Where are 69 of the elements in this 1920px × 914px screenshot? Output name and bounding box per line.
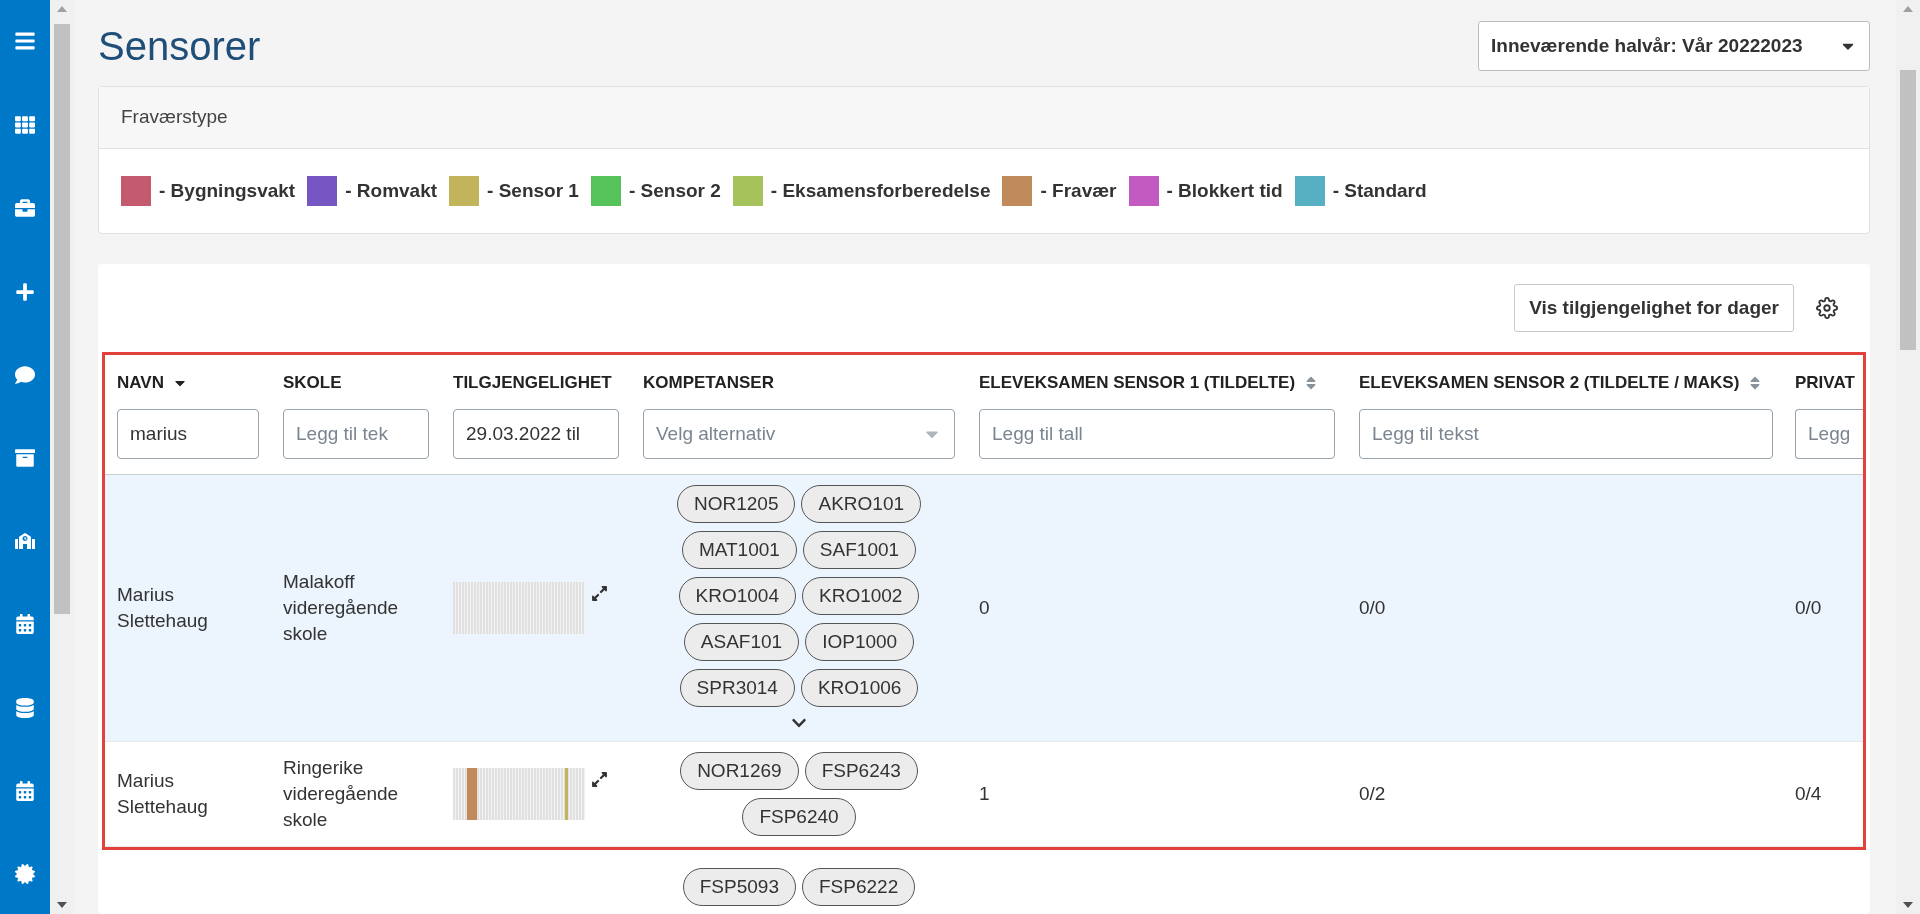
column-header[interactable]: KOMPETANSER [643,369,774,396]
period-dropdown[interactable]: Inneværende halvår: Vår 20222023 [1478,21,1870,71]
competence-tag: ASAF101 [683,623,800,661]
column-header[interactable]: SKOLE [283,369,342,396]
table-cell-text: 0/4 [1795,781,1822,806]
table-cell-text: Malakoff videregående skole [283,570,400,646]
column-header[interactable]: PRIVAT [1795,369,1855,396]
filter-field[interactable]: Legg [1795,409,1863,460]
settings-icon[interactable] [1816,297,1838,319]
legend-label: - Fravær [1040,178,1117,203]
legend-label: - Blokkert tid [1166,178,1283,203]
calendar-icon[interactable] [15,780,35,801]
competence-tag: KRO1002 [802,577,920,615]
competence-tag: SAF1001 [802,531,917,569]
select-field[interactable]: Velg alternativ [643,409,955,460]
plus-icon[interactable] [15,281,35,302]
competence-tag: AKRO101 [801,485,921,523]
legend-label: - Sensor 2 [628,178,721,203]
archive-box-icon[interactable] [15,447,35,468]
legend-label: - Standard [1332,178,1427,203]
scrollbar[interactable] [1896,0,1920,914]
filter-field[interactable]: 29.03.2022 til [453,409,619,460]
availability-days-button[interactable]: Vis tilgjengelighet for dager [1514,284,1794,332]
database-icon[interactable] [15,697,35,718]
expand-icon[interactable] [591,770,608,788]
column-header[interactable]: NAVN [117,369,164,396]
page-title: Sensorer [98,23,261,70]
table-cell-text: 0/0 [1359,595,1386,620]
competence-tag: SPR3014 [679,669,795,707]
table-cell-text: 0 [979,595,990,620]
competence-tag: NOR1205 [676,485,796,523]
grid-icon[interactable] [15,115,35,136]
competence-tag: MAT1001 [681,531,797,569]
column-header[interactable]: ELEVEKSAMEN SENSOR 1 (TILDELTE) [979,369,1296,396]
competence-tag: FSP6222 [802,868,916,906]
calendar-icon[interactable] [15,614,35,635]
table-cell-text: 1 [979,781,990,806]
filter-field[interactable]: marius [117,409,259,460]
scrollbar[interactable] [50,0,74,914]
legend-label: - Sensor 1 [487,178,579,203]
table-cell-text: Marius Slettehaug [117,583,209,633]
table-cell-text: Marius Slettehaug [117,769,209,819]
speech-bubble-icon[interactable] [15,364,35,385]
table-cell-text: 0/0 [1795,595,1822,620]
competence-tag: FSP6243 [804,752,918,790]
column-header[interactable]: ELEVEKSAMEN SENSOR 2 (TILDELTE / MAKS) [1359,369,1740,396]
competence-tag: IOP1000 [805,623,915,661]
competence-tag: KRO1006 [800,669,919,707]
competence-tag: NOR1269 [680,752,799,790]
legend-label: - Romvakt [345,178,438,203]
table-cell-text: Ringerike videregående skole [283,756,400,832]
legend-label: - Eksamensforberedelse [770,178,991,203]
table-cell-text: 0/2 [1359,781,1386,806]
competence-tag: FSP6240 [742,798,856,836]
competence-tag: KRO1004 [678,577,796,615]
briefcase-icon[interactable] [15,198,35,219]
school-icon[interactable] [15,531,35,552]
filter-field[interactable]: Legg til tek [283,409,429,460]
availability-timeline-drawing[interactable] [453,768,585,820]
filter-field[interactable]: Legg til tekst [1359,409,1773,460]
legend-title: Fraværstype [121,105,228,130]
badge-icon[interactable] [15,863,35,884]
expand-icon[interactable] [591,584,608,602]
filter-field[interactable]: Legg til tall [979,409,1335,460]
legend-label: - Bygningsvakt [159,178,296,203]
competence-tag: FSP5093 [682,868,796,906]
table-row[interactable]: Marius Slettehaug Malakoff videregående skole NOR1205 AKRO101 MAT1001 SAF1001 KRO1004 KRO1002 ASAF101 IOP1000 SPR3014 KRO1006 0 0/0 0/0 [105,475,1863,742]
menu-icon[interactable] [14,30,36,52]
column-header[interactable]: TILGJENGELIGHET [453,369,612,396]
